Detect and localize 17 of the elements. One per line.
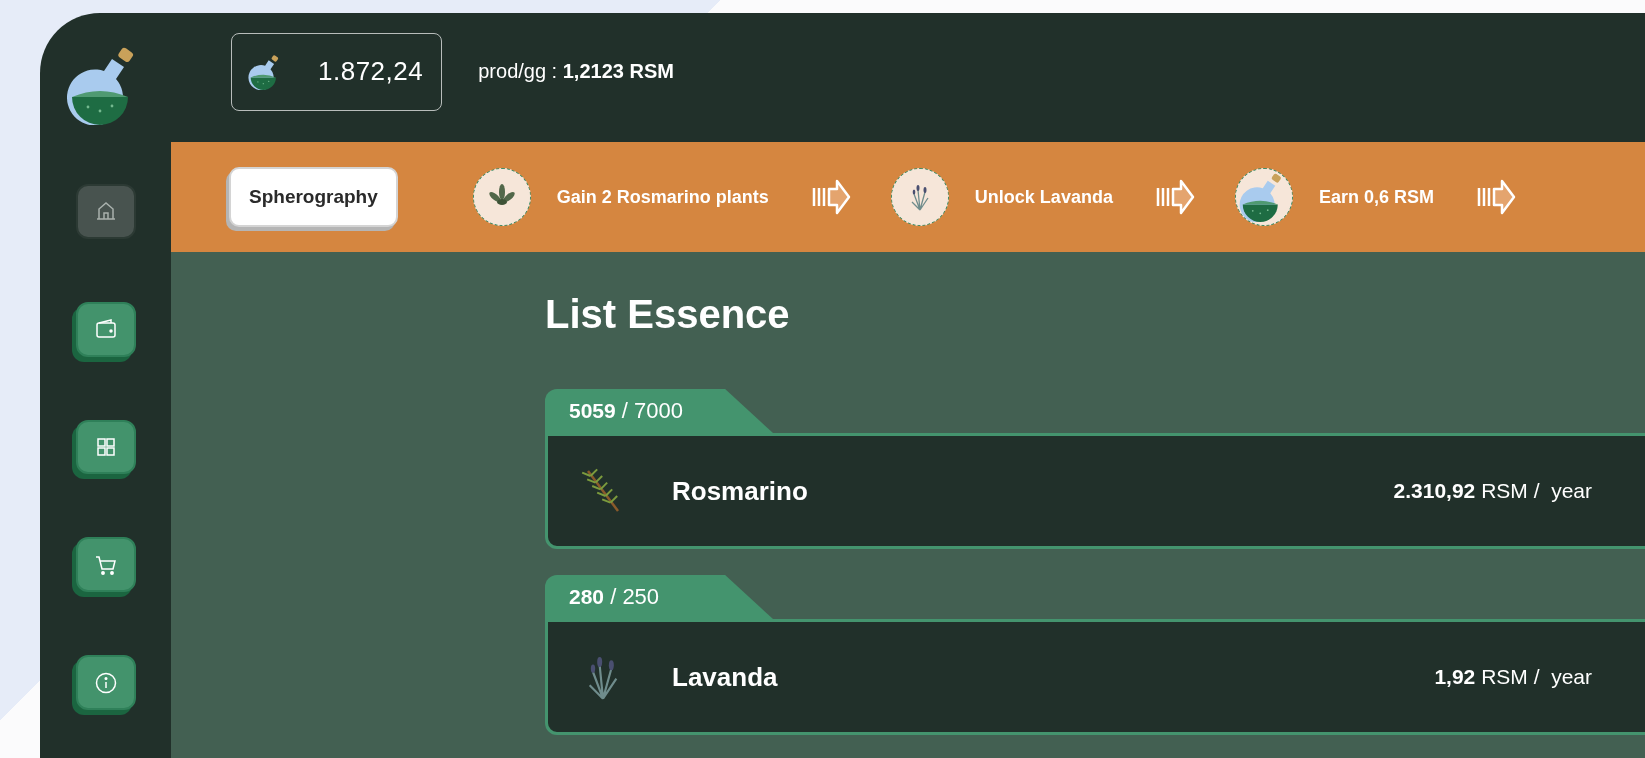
- stock-count: 280 / 250: [569, 584, 660, 610]
- step-label: Gain 2 Rosmarino plants: [556, 186, 769, 208]
- essence-name: Rosmarino: [672, 475, 809, 507]
- arrow-icon: [810, 177, 851, 217]
- nav-button[interactable]: [75, 184, 136, 239]
- balance-amount: 1.872,24: [318, 56, 424, 87]
- production-rate: prod/gg : 1,2123 RSM: [478, 60, 674, 83]
- essence-rate: 2.310,92 RSM / year: [1393, 479, 1592, 503]
- stock-count: 5059 / 7000: [569, 398, 683, 424]
- page-title: List Essence: [545, 292, 791, 337]
- essence-rate: 1,92 RSM / year: [1434, 665, 1592, 689]
- essence-name: Lavanda: [672, 661, 779, 693]
- step-label: Unlock Lavanda: [974, 186, 1113, 208]
- step-label: Earn 0,6 RSM: [1318, 186, 1434, 208]
- info-icon: [93, 670, 118, 695]
- arrow-icon: [1475, 177, 1516, 217]
- arrow-icon: [1154, 177, 1195, 217]
